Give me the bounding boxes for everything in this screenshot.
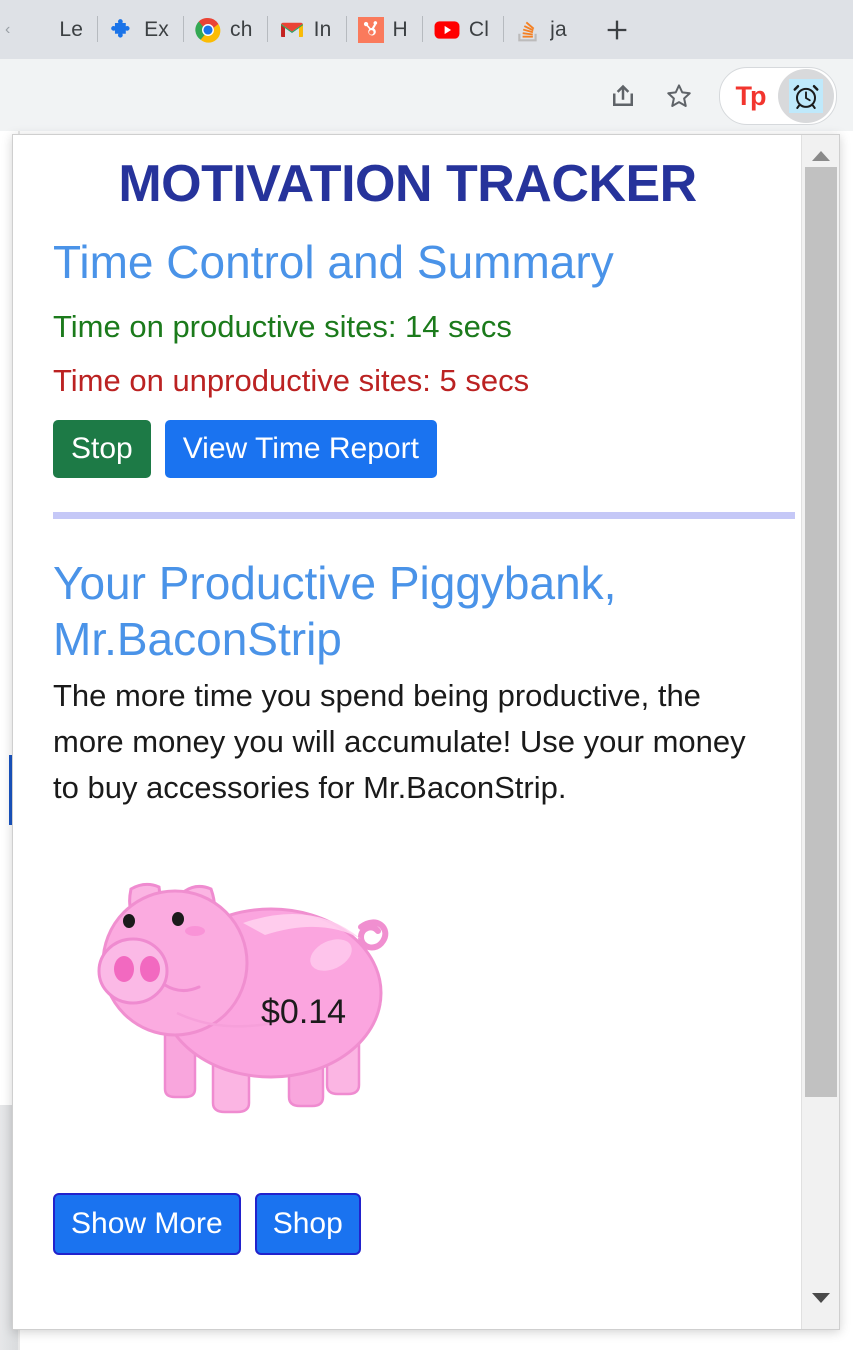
tab-list: ‹ Le Ex ch In H Cl ja bbox=[0, 0, 643, 59]
piggybank-description: The more time you spend being productive… bbox=[53, 678, 746, 806]
piggybank-icon bbox=[97, 882, 389, 1114]
tab-label: In bbox=[313, 17, 332, 41]
tab-strip: ‹ Le Ex ch In H Cl ja bbox=[0, 0, 853, 59]
browser-tab[interactable]: ja bbox=[503, 0, 581, 59]
alarm-clock-icon bbox=[789, 79, 823, 113]
browser-tab[interactable]: ch bbox=[183, 0, 267, 59]
extension-tp-label: Tp bbox=[735, 80, 767, 111]
tab-label: Cl bbox=[468, 17, 490, 41]
time-section-heading: Time Control and Summary bbox=[53, 235, 614, 288]
section-divider bbox=[53, 512, 795, 520]
extension-tp-button[interactable]: Tp bbox=[722, 69, 778, 123]
browser-toolbar: Tp bbox=[0, 59, 853, 131]
stackoverflow-icon bbox=[515, 17, 541, 43]
popup-scroll-content: MOTIVATION TRACKER Time Control and Summ… bbox=[13, 135, 802, 1329]
browser-tab[interactable]: H bbox=[345, 0, 422, 59]
browser-tab[interactable]: Ex bbox=[97, 0, 183, 59]
star-icon bbox=[667, 84, 691, 107]
tab-scroll-left-icon[interactable]: ‹ bbox=[2, 21, 12, 39]
stop-button[interactable]: Stop bbox=[53, 420, 151, 479]
show-more-button[interactable]: Show More bbox=[53, 1192, 241, 1255]
shop-button[interactable]: Shop bbox=[254, 1192, 361, 1255]
time-control-buttons: Stop View Time Report bbox=[53, 420, 772, 479]
extension-motivation-tracker-button[interactable] bbox=[778, 69, 834, 123]
piggybank-buttons: Show More Shop bbox=[53, 1192, 772, 1255]
browser-window: ‹ Le Ex ch In H Cl ja Tp MOTIVATION TRAC… bbox=[0, 0, 853, 1350]
piggybank-section-heading: Your Productive Piggybank, Mr.BaconStrip bbox=[53, 557, 617, 666]
browser-tab[interactable]: Le bbox=[12, 0, 97, 59]
youtube-icon bbox=[434, 17, 460, 43]
tab-label: ch bbox=[230, 17, 253, 41]
motivation-tracker-popup: MOTIVATION TRACKER Time Control and Summ… bbox=[12, 134, 840, 1330]
plus-icon bbox=[607, 20, 627, 39]
piggybank-illustration: $0.14 bbox=[93, 853, 423, 1133]
unproductive-time-stat: Time on unproductive sites: 5 secs bbox=[53, 362, 530, 398]
scroll-down-arrow-icon bbox=[811, 1293, 830, 1303]
extensions-group: Tp bbox=[719, 67, 837, 125]
scrollbar-thumb[interactable] bbox=[805, 167, 837, 1097]
piggybank-balance: $0.14 bbox=[261, 992, 347, 1031]
puzzle-piece-icon bbox=[109, 17, 135, 43]
chrome-icon bbox=[195, 17, 221, 43]
browser-tab[interactable]: Cl bbox=[421, 0, 503, 59]
new-tab-button[interactable] bbox=[591, 4, 643, 56]
share-icon bbox=[613, 84, 633, 106]
tab-label: Ex bbox=[144, 17, 170, 41]
tab-label: ja bbox=[550, 17, 567, 41]
tab-label: Le bbox=[59, 17, 84, 41]
toolbar-actions: Tp bbox=[595, 67, 837, 125]
generic-page-icon bbox=[24, 17, 50, 43]
scroll-down-button[interactable] bbox=[802, 1281, 839, 1315]
share-button[interactable] bbox=[595, 69, 651, 123]
productive-time-stat: Time on productive sites: 14 secs bbox=[53, 308, 512, 344]
tab-label: H bbox=[392, 17, 408, 41]
popup-scrollbar[interactable] bbox=[801, 135, 839, 1329]
bookmark-button[interactable] bbox=[651, 69, 707, 123]
browser-tab[interactable]: In bbox=[266, 0, 346, 59]
view-time-report-button[interactable]: View Time Report bbox=[164, 420, 437, 479]
scroll-up-arrow-icon bbox=[811, 151, 830, 161]
page-title: MOTIVATION TRACKER bbox=[118, 155, 697, 213]
gmail-icon bbox=[279, 17, 305, 43]
hubspot-icon bbox=[357, 16, 384, 43]
toolbar-action-group bbox=[595, 69, 707, 123]
